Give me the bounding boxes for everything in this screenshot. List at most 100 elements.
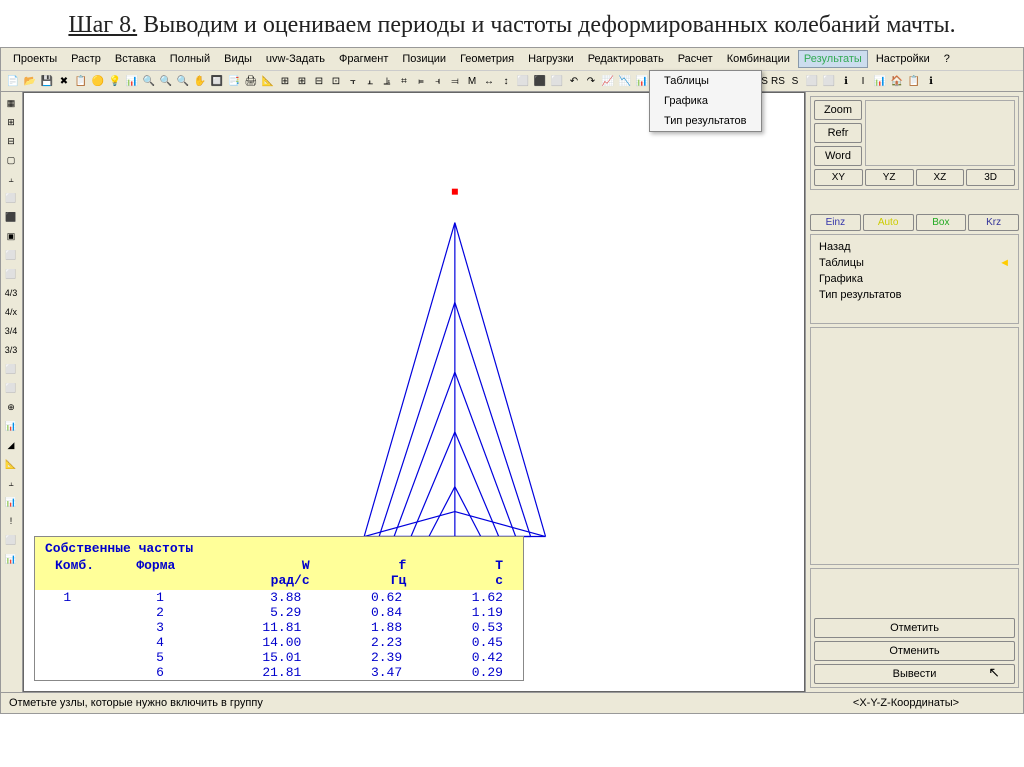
left-toolbar-icon[interactable]: 4/x bbox=[2, 303, 20, 321]
menu-item[interactable]: Позиции bbox=[396, 50, 452, 68]
toolbar-icon[interactable]: ✖ bbox=[56, 73, 72, 89]
results-dropdown[interactable]: ТаблицыГрафикаТип результатов bbox=[649, 70, 762, 132]
menu-item[interactable]: uvw-Задать bbox=[260, 50, 331, 68]
menu-item[interactable]: Проекты bbox=[7, 50, 63, 68]
toolbar-icon[interactable]: ↶ bbox=[566, 73, 582, 89]
left-toolbar-icon[interactable]: 📊 bbox=[2, 417, 20, 435]
toolbar-icon[interactable]: 📊 bbox=[872, 73, 888, 89]
toolbar-icon[interactable]: 🔍 bbox=[175, 73, 191, 89]
toolbar-icon[interactable]: 💾 bbox=[39, 73, 55, 89]
left-toolbar-icon[interactable]: 4/3 bbox=[2, 284, 20, 302]
zoom-button[interactable]: Zoom bbox=[814, 100, 862, 120]
toolbar-icon[interactable]: ↷ bbox=[583, 73, 599, 89]
toolbar-icon[interactable]: 📋 bbox=[906, 73, 922, 89]
panel-list-item[interactable]: Тип результатов bbox=[815, 287, 1014, 303]
toolbar-icon[interactable]: 💡 bbox=[107, 73, 123, 89]
toolbar-icon[interactable]: ⊡ bbox=[328, 73, 344, 89]
panel-list[interactable]: НазадТаблицыГрафикаТип результатов bbox=[810, 234, 1019, 324]
left-toolbar-icon[interactable]: ⬛ bbox=[2, 208, 20, 226]
left-toolbar-icon[interactable]: 3/3 bbox=[2, 341, 20, 359]
toolbar-icon[interactable]: 🏠 bbox=[889, 73, 905, 89]
left-toolbar-icon[interactable]: ▢ bbox=[2, 151, 20, 169]
menu-item[interactable]: Комбинации bbox=[721, 50, 796, 68]
toolbar-icon[interactable]: I bbox=[855, 73, 871, 89]
view-xz[interactable]: XZ bbox=[916, 169, 965, 186]
left-toolbar-icon[interactable]: ⊞ bbox=[2, 113, 20, 131]
left-toolbar-icon[interactable]: ⫠ bbox=[2, 170, 20, 188]
toolbar-icon[interactable]: 📊 bbox=[634, 73, 650, 89]
toolbar-icon[interactable]: ↕ bbox=[498, 73, 514, 89]
left-toolbar-icon[interactable]: ⊟ bbox=[2, 132, 20, 150]
toolbar-icon[interactable]: 🖨 bbox=[243, 73, 259, 89]
toolbar-icon[interactable]: ℹ bbox=[923, 73, 939, 89]
toolbar-icon[interactable]: ⬜ bbox=[549, 73, 565, 89]
toolbar-icon[interactable]: RS bbox=[770, 73, 786, 89]
left-toolbar-icon[interactable]: 3/4 bbox=[2, 322, 20, 340]
toolbar-icon[interactable]: ⬜ bbox=[804, 73, 820, 89]
toolbar-icon[interactable]: ⫡ bbox=[379, 73, 395, 89]
mode-einz[interactable]: Einz bbox=[810, 214, 861, 231]
mode-krz[interactable]: Krz bbox=[968, 214, 1019, 231]
word-button[interactable]: Word bbox=[814, 146, 862, 166]
menu-item[interactable]: Полный bbox=[164, 50, 216, 68]
menu-item[interactable]: Геометрия bbox=[454, 50, 520, 68]
left-toolbar-icon[interactable]: ⬜ bbox=[2, 189, 20, 207]
panel-list-item[interactable]: Графика bbox=[815, 271, 1014, 287]
cancel-button[interactable]: Отменить bbox=[814, 641, 1015, 661]
toolbar-icon[interactable]: 📋 bbox=[73, 73, 89, 89]
toolbar-icon[interactable]: ⫟ bbox=[345, 73, 361, 89]
toolbar-icon[interactable]: ⫣ bbox=[430, 73, 446, 89]
left-toolbar-icon[interactable]: ▣ bbox=[2, 227, 20, 245]
panel-list-item[interactable]: Назад bbox=[815, 239, 1014, 255]
left-toolbar-icon[interactable]: 📐 bbox=[2, 455, 20, 473]
view-yz[interactable]: YZ bbox=[865, 169, 914, 186]
toolbar-icon[interactable]: ⊟ bbox=[311, 73, 327, 89]
left-toolbar-icon[interactable]: ⬜ bbox=[2, 360, 20, 378]
menu-item[interactable]: Настройки bbox=[870, 50, 936, 68]
left-toolbar-icon[interactable]: ! bbox=[2, 512, 20, 530]
view-xy[interactable]: XY bbox=[814, 169, 863, 186]
toolbar-icon[interactable]: ✋ bbox=[192, 73, 208, 89]
toolbar-icon[interactable]: ⊞ bbox=[294, 73, 310, 89]
toolbar-icon[interactable]: S bbox=[787, 73, 803, 89]
dropdown-item[interactable]: Таблицы bbox=[650, 71, 761, 91]
toolbar-icon[interactable]: 📊 bbox=[124, 73, 140, 89]
toolbar-icon[interactable]: ⬜ bbox=[821, 73, 837, 89]
toolbar-icon[interactable]: ℹ bbox=[838, 73, 854, 89]
toolbar-icon[interactable]: 🟡 bbox=[90, 73, 106, 89]
left-toolbar-icon[interactable]: 📊 bbox=[2, 493, 20, 511]
dropdown-item[interactable]: Графика bbox=[650, 91, 761, 111]
left-toolbar-icon[interactable]: ⬜ bbox=[2, 531, 20, 549]
panel-list-item[interactable]: Таблицы bbox=[815, 255, 1014, 271]
toolbar-icon[interactable]: 📉 bbox=[617, 73, 633, 89]
left-toolbar-icon[interactable]: ⊕ bbox=[2, 398, 20, 416]
left-toolbar-icon[interactable]: ⬜ bbox=[2, 379, 20, 397]
left-toolbar-icon[interactable]: ⬜ bbox=[2, 265, 20, 283]
toolbar-icon[interactable]: 🔍 bbox=[158, 73, 174, 89]
toolbar-icon[interactable]: 📐 bbox=[260, 73, 276, 89]
left-toolbar-icon[interactable]: 📊 bbox=[2, 550, 20, 568]
menu-item[interactable]: Вставка bbox=[109, 50, 162, 68]
toolbar-icon[interactable]: ↔ bbox=[481, 73, 497, 89]
toolbar-icon[interactable]: 📑 bbox=[226, 73, 242, 89]
toolbar-icon[interactable]: ⬜ bbox=[515, 73, 531, 89]
menu-item[interactable]: Нагрузки bbox=[522, 50, 580, 68]
left-toolbar-icon[interactable]: ◢ bbox=[2, 436, 20, 454]
toolbar-icon[interactable]: ⊞ bbox=[277, 73, 293, 89]
mode-box[interactable]: Box bbox=[916, 214, 967, 231]
menu-item[interactable]: Результаты bbox=[798, 50, 868, 68]
toolbar-icon[interactable]: 🔲 bbox=[209, 73, 225, 89]
toolbar-icon[interactable]: ⬛ bbox=[532, 73, 548, 89]
toolbar-icon[interactable]: ⫠ bbox=[362, 73, 378, 89]
mark-button[interactable]: Отметить bbox=[814, 618, 1015, 638]
left-toolbar-icon[interactable]: ▦ bbox=[2, 94, 20, 112]
mode-auto[interactable]: Auto bbox=[863, 214, 914, 231]
left-toolbar-icon[interactable]: ⫠ bbox=[2, 474, 20, 492]
toolbar-icon[interactable]: M bbox=[464, 73, 480, 89]
menu-item[interactable]: Растр bbox=[65, 50, 107, 68]
toolbar-icon[interactable]: ⫢ bbox=[413, 73, 429, 89]
canvas[interactable]: Собственные частоты Комб.ФормаWfT рад/сГ… bbox=[23, 92, 805, 692]
toolbar-icon[interactable]: 🔍 bbox=[141, 73, 157, 89]
menu-item[interactable]: Редактировать bbox=[582, 50, 670, 68]
toolbar-icon[interactable]: ⌗ bbox=[396, 73, 412, 89]
